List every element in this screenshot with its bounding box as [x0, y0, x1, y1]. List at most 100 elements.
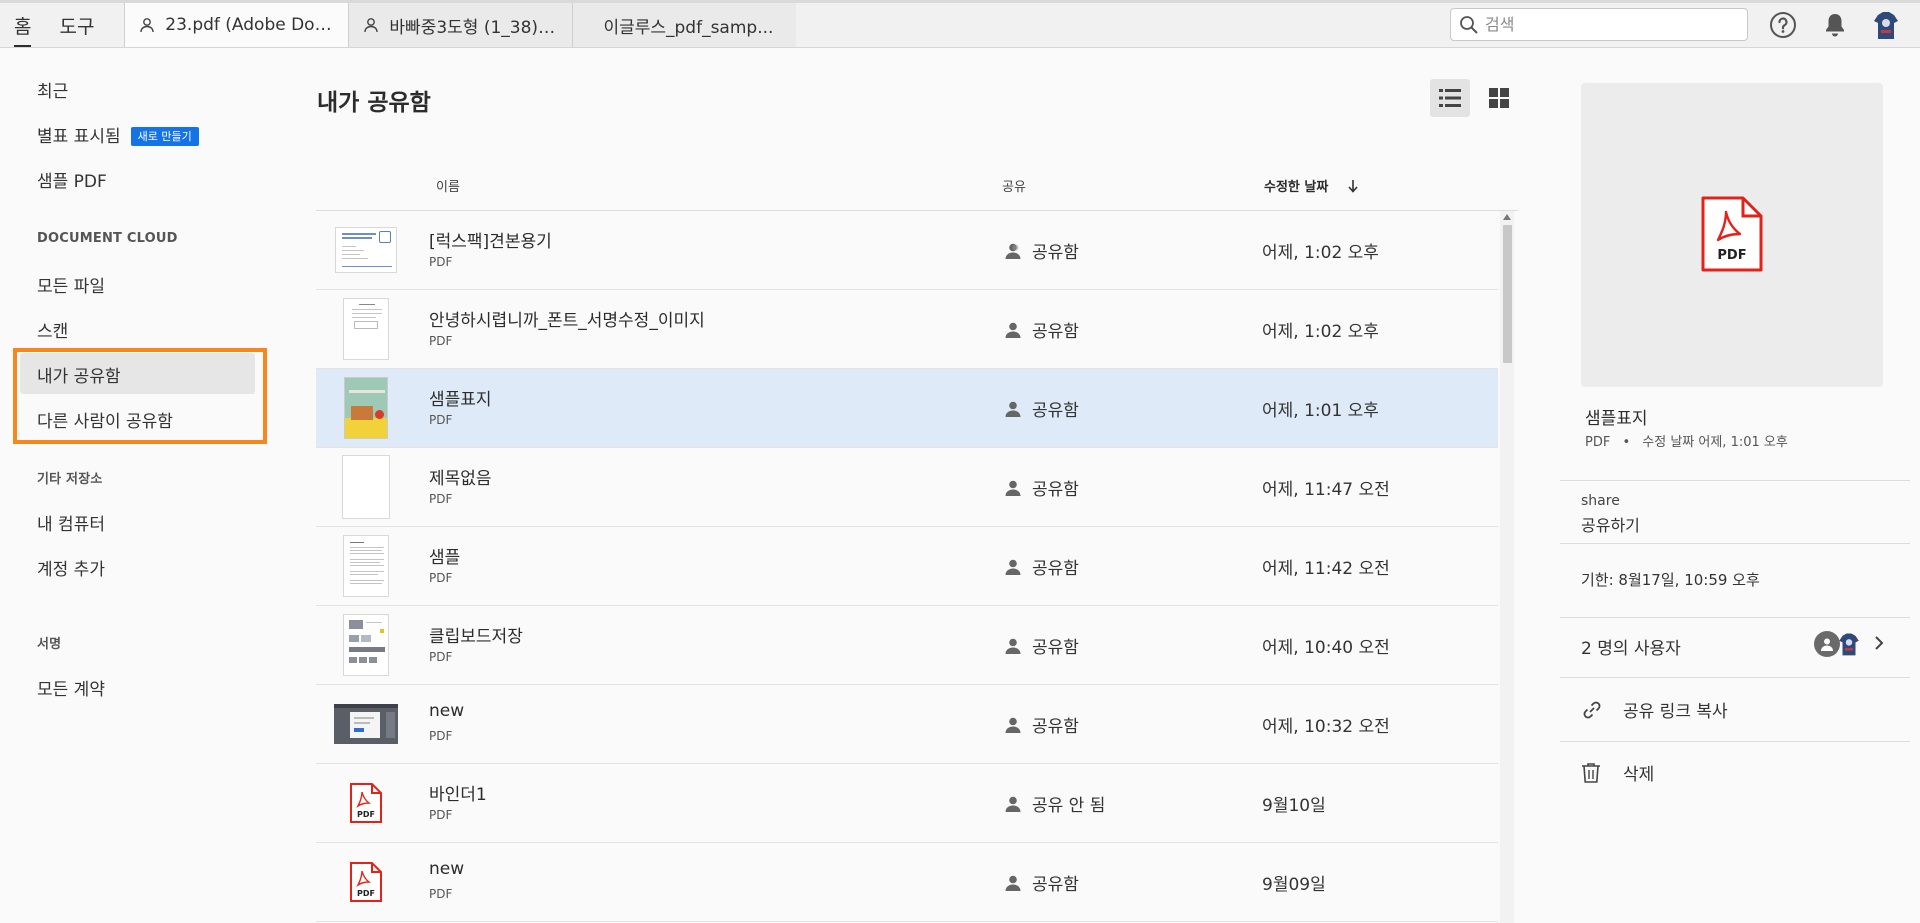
nav-shared-by-me[interactable]: 내가 공유함 [37, 362, 121, 387]
file-type: PDF [429, 334, 453, 348]
copy-share-link-button[interactable]: 공유 링크 복사 [1581, 697, 1728, 722]
link-icon [1581, 699, 1603, 721]
shared-person-icon [1004, 716, 1022, 734]
chevron-right-icon[interactable] [1874, 635, 1884, 655]
help-icon[interactable] [1768, 10, 1798, 40]
nav-all-agreements[interactable]: 모든 계약 [37, 675, 105, 700]
doc-tab-label: 바빠중3도형 (1_38)_... [389, 17, 563, 38]
shared-person-icon [1004, 400, 1022, 418]
file-type: PDF [429, 650, 453, 664]
divider [1560, 677, 1910, 678]
file-type: PDF [429, 887, 453, 901]
divider [1560, 543, 1910, 544]
nav-my-computer[interactable]: 내 컴퓨터 [37, 510, 105, 535]
doc-tab-1[interactable]: 23.pdf (Adobe Doc... [124, 3, 349, 47]
selected-file-name: 샘플표지 [1585, 409, 1648, 429]
bell-icon[interactable] [1820, 10, 1850, 40]
nav-starred[interactable]: 별표 표시됨 새로 만들기 [37, 122, 199, 147]
modified-date: 어제, 11:42 오전 [1262, 559, 1390, 579]
table-row[interactable]: PDF 바인더1 PDF 공유 안 됨 9월10일 [316, 764, 1498, 843]
nav-starred-label: 별표 표시됨 [37, 127, 121, 147]
list-view-button[interactable] [1430, 79, 1470, 117]
tab-home[interactable]: 홈 [0, 3, 45, 47]
sort-down-arrow-icon[interactable] [1347, 179, 1359, 197]
file-thumbnail: PDF [334, 771, 398, 835]
file-table: [럭스팩]견본용기 PDF 공유함 어제, 1:02 오후 안녕하시렵니까_폰트… [316, 210, 1518, 923]
images-page-thumbnail [343, 614, 389, 676]
share-section-label: share [1581, 493, 1620, 509]
modified-date: 어제, 10:32 오전 [1262, 717, 1390, 737]
table-row[interactable]: PDF new PDF 공유함 9월09일 [316, 843, 1498, 922]
share-status-label: 공유함 [1032, 559, 1079, 579]
new-badge[interactable]: 새로 만들기 [130, 127, 199, 146]
table-row[interactable]: 클립보드저장 PDF 공유함 어제, 10:40 오전 [316, 606, 1498, 685]
preview-pdf-label: PDF [1717, 248, 1747, 263]
share-status-label: 공유함 [1032, 875, 1079, 895]
table-row[interactable]: 제목없음 PDF 공유함 어제, 11:47 오전 [316, 448, 1498, 527]
share-status-label: 공유함 [1032, 401, 1079, 421]
search-box[interactable] [1450, 8, 1748, 41]
modified-date: 9월10일 [1262, 796, 1326, 816]
nav-recent[interactable]: 최근 [37, 77, 68, 102]
text-page-thumbnail [343, 535, 389, 597]
share-status-label: 공유함 [1032, 243, 1079, 263]
shared-users-count[interactable]: 2 명의 사용자 [1581, 634, 1681, 659]
left-sidebar: 최근 별표 표시됨 새로 만들기 샘플 PDF DOCUMENT CLOUD 모든… [0, 48, 268, 923]
copy-share-link-label: 공유 링크 복사 [1623, 702, 1728, 722]
column-header-share[interactable]: 공유 [1002, 176, 1026, 195]
doc-tab-2[interactable]: 바빠중3도형 (1_38)_... [348, 3, 573, 47]
file-name: 바인더1 [429, 785, 487, 805]
grid-view-icon [1489, 88, 1509, 108]
nav-all-files[interactable]: 모든 파일 [37, 272, 105, 297]
nav-sample-pdf[interactable]: 샘플 PDF [37, 167, 107, 192]
modified-date: 어제, 1:02 오후 [1262, 243, 1379, 263]
shared-person-icon [1004, 558, 1022, 576]
table-row[interactable]: new PDF 공유함 어제, 10:32 오전 [316, 685, 1498, 764]
scrollbar-thumb[interactable] [1503, 225, 1512, 363]
vertical-scrollbar[interactable] [1500, 211, 1514, 923]
delete-label: 삭제 [1623, 765, 1655, 785]
details-panel: PDF 샘플표지 PDF • 수정 날짜 어제, 1:01 오후 share 공… [1560, 48, 1920, 923]
file-thumbnail [334, 376, 398, 440]
share-status: 공유함 [1004, 396, 1079, 421]
nav-scan[interactable]: 스캔 [37, 317, 68, 342]
shared-person-icon [1004, 242, 1022, 260]
column-header-modified[interactable]: 수정한 날짜 [1264, 176, 1359, 197]
table-row[interactable]: 샘플 PDF 공유함 어제, 11:42 오전 [316, 527, 1498, 606]
page-title: 내가 공유함 [317, 90, 431, 116]
grid-view-button[interactable] [1479, 79, 1519, 117]
shared-person-icon [1004, 479, 1022, 497]
shared-person-icon [139, 17, 157, 33]
file-thumbnail [334, 218, 398, 282]
main-content: 내가 공유함 이름 공유 수정한 날짜 [럭스팩]견본용기 PDF 공유함 어제… [268, 48, 1518, 923]
delete-button[interactable]: 삭제 [1581, 760, 1654, 785]
table-row[interactable]: [럭스팩]견본용기 PDF 공유함 어제, 1:02 오후 [316, 211, 1498, 290]
section-other-storage: 기타 저장소 [37, 472, 103, 487]
file-name: 샘플표지 [429, 390, 492, 410]
user-avatar[interactable] [1871, 10, 1901, 40]
pdf-file-icon: PDF [350, 783, 382, 823]
table-row-selected[interactable]: 샘플표지 PDF 공유함 어제, 1:01 오후 [316, 369, 1498, 448]
blank-page-thumbnail [342, 455, 390, 519]
shared-person-icon [363, 17, 381, 33]
scroll-up-arrow-icon[interactable] [1503, 214, 1511, 220]
doc-tab-3[interactable]: 이글루스_pdf_samp... [572, 3, 797, 47]
file-thumbnail [334, 534, 398, 598]
divider [1560, 617, 1910, 618]
shared-person-icon [1004, 637, 1022, 655]
file-name: 제목없음 [429, 469, 492, 489]
tab-tools[interactable]: 도구 [45, 3, 108, 47]
file-name: 샘플 [429, 548, 461, 568]
share-action-text[interactable]: 공유하기 [1581, 512, 1640, 536]
svg-text:PDF: PDF [357, 889, 375, 898]
nav-shared-by-others[interactable]: 다른 사람이 공유함 [37, 407, 173, 432]
document-thumbnail [343, 298, 389, 360]
share-status-label: 공유함 [1032, 480, 1079, 500]
pdf-file-icon: PDF [350, 862, 382, 902]
share-status-label: 공유 안 됨 [1032, 796, 1106, 816]
table-row[interactable]: 안녕하시렵니까_폰트_서명수정_이미지 PDF 공유함 어제, 1:02 오후 [316, 290, 1498, 369]
search-input[interactable] [1485, 15, 1735, 34]
nav-add-account[interactable]: 계정 추가 [37, 555, 105, 580]
column-header-name[interactable]: 이름 [436, 176, 460, 195]
column-header-modified-label: 수정한 날짜 [1264, 180, 1329, 195]
